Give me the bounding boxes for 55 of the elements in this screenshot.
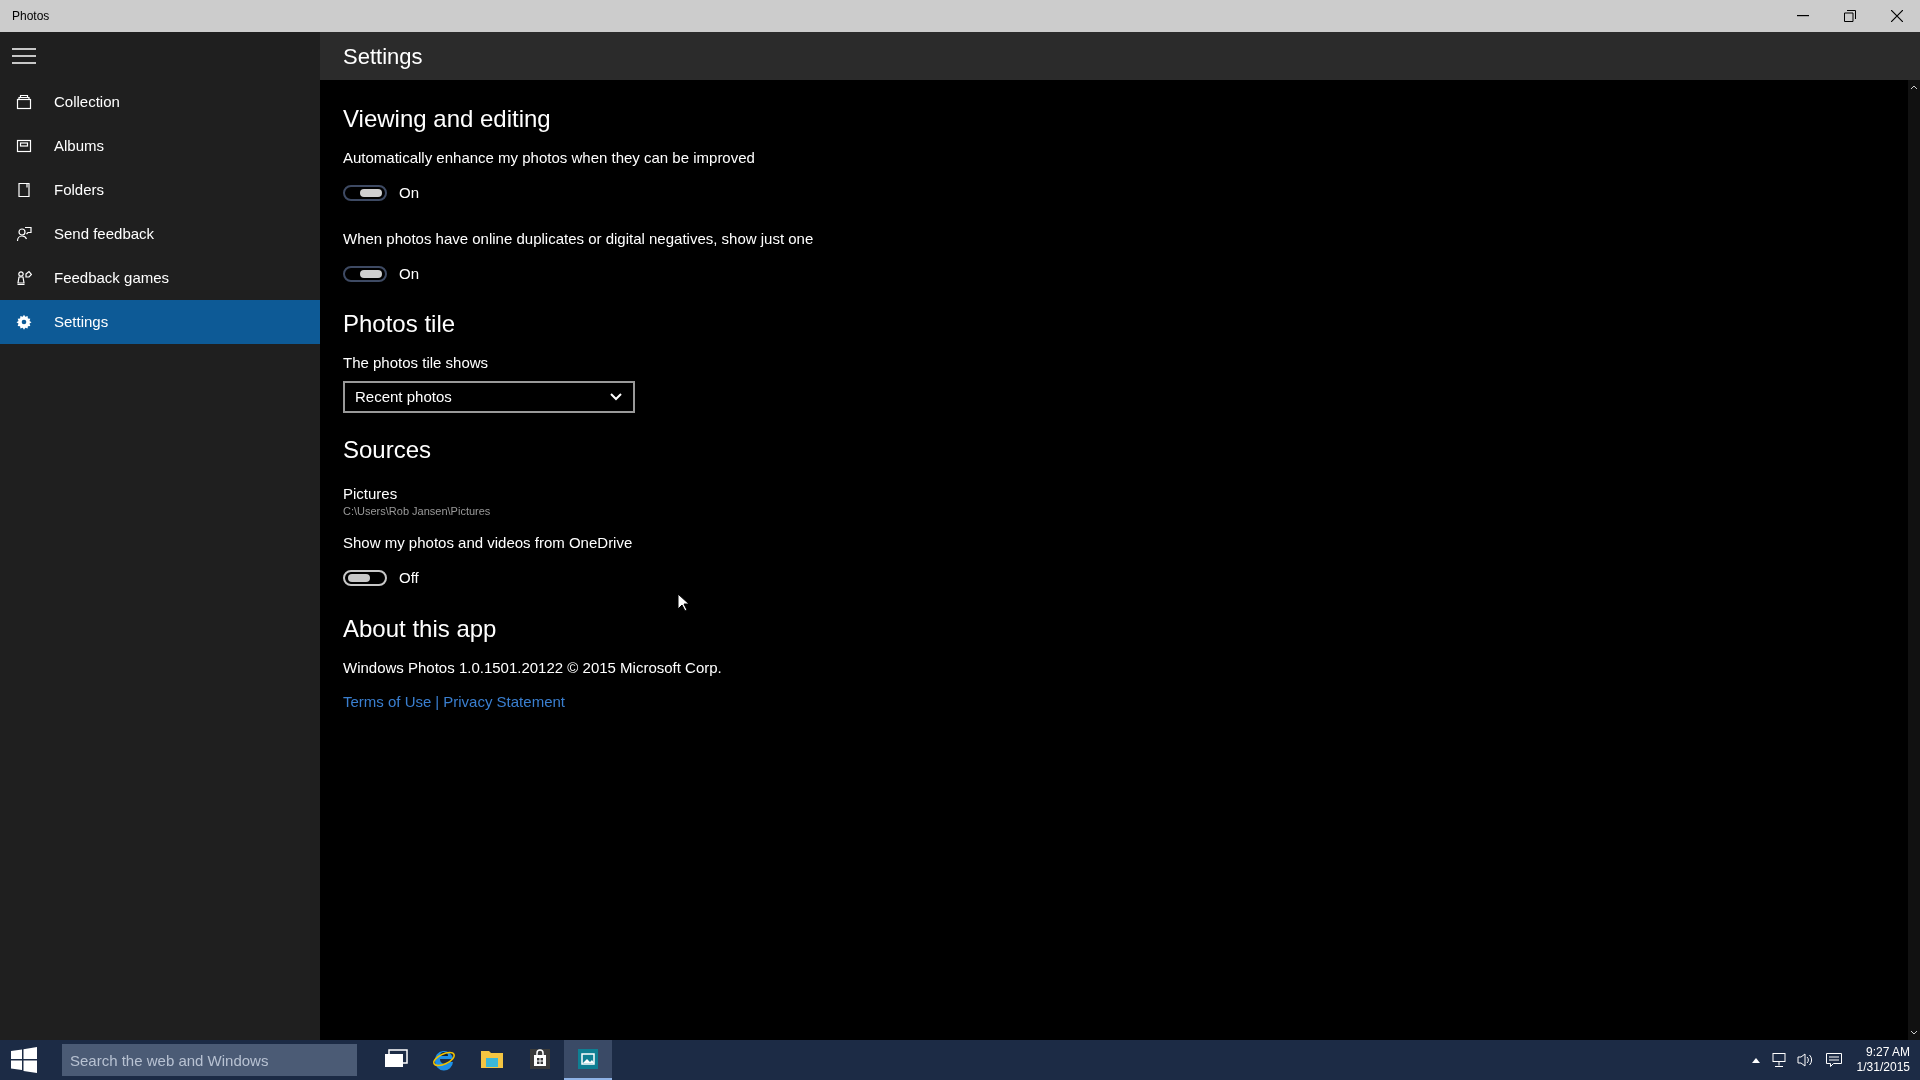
link[interactable]: Privacy Statement [443, 691, 565, 712]
folder-name: Pictures [343, 485, 399, 503]
scroll-down-icon [1910, 1030, 1918, 1036]
photo-icon [577, 1048, 599, 1070]
toggle-state-label: Off [399, 568, 419, 588]
search-field[interactable]: Search the web and Windows [62, 1044, 357, 1076]
nav-item[interactable]: Send feedback [0, 212, 320, 256]
person-feedback-icon [16, 226, 32, 242]
folder-path: C:\Users\Rob Jansen\Pictures [343, 504, 492, 519]
toggle-state-label: On [399, 183, 419, 203]
message-icon[interactable] [1824, 1052, 1843, 1068]
section-heading: Photos tile [343, 309, 457, 339]
version-text: Windows Photos 1.0.1501.20122 © 2015 Microsoft Corp. [343, 657, 723, 678]
menu-icon [12, 48, 36, 64]
network-icon[interactable] [1770, 1052, 1787, 1068]
link-separator: | [435, 691, 440, 712]
cursor-icon [677, 593, 689, 612]
section-heading: Sources [343, 435, 433, 465]
shopping-bag-icon [529, 1048, 551, 1070]
section-heading: Viewing and editing [343, 104, 552, 134]
game-pieces-icon [16, 270, 32, 286]
folder-icon [480, 1048, 504, 1070]
page-title: Settings [343, 42, 423, 71]
stack-icon [16, 94, 32, 110]
setting-label: When photos have online duplicates or digital negatives, show just one [343, 228, 815, 249]
clock[interactable]: 9:27 AM 1/31/2015 [1856, 1045, 1910, 1075]
toggle-switch[interactable] [343, 265, 387, 282]
volume-icon[interactable] [1796, 1052, 1815, 1068]
album-icon [16, 138, 32, 154]
toggle-state-label: On [399, 263, 419, 284]
nav-item[interactable]: Feedback games [0, 256, 320, 300]
caret-up-icon[interactable] [1750, 1056, 1761, 1064]
nav-item[interactable]: Settings [0, 300, 320, 344]
chevron-down-icon [609, 392, 623, 402]
setting-label: Show my photos and videos from OneDrive [343, 533, 634, 553]
setting-label: Automatically enhance my photos when they can be improved [343, 148, 756, 168]
nav-item[interactable]: Albums [0, 124, 320, 168]
setting-label: The photos tile shows [343, 353, 490, 373]
scroll-up-icon [1910, 84, 1918, 90]
window-title: Photos [11, 8, 50, 25]
restore-icon [1843, 10, 1856, 22]
toggle-switch[interactable] [343, 185, 387, 202]
task-view-icon [384, 1049, 408, 1069]
nav-item[interactable]: Collection [0, 80, 320, 124]
nav-item[interactable]: Folders [0, 168, 320, 212]
scrollbar[interactable] [1908, 80, 1920, 1040]
settings-icon [16, 314, 32, 330]
link[interactable]: Terms of Use [343, 691, 432, 712]
minimize-icon [1796, 15, 1809, 17]
section-heading: About this app [343, 613, 498, 644]
taskbar-app-button[interactable] [564, 1040, 612, 1080]
close-icon [1890, 10, 1903, 22]
windows-logo-icon [11, 1047, 37, 1073]
dropdown[interactable]: Recent photos [343, 381, 635, 413]
page-icon [16, 182, 32, 198]
